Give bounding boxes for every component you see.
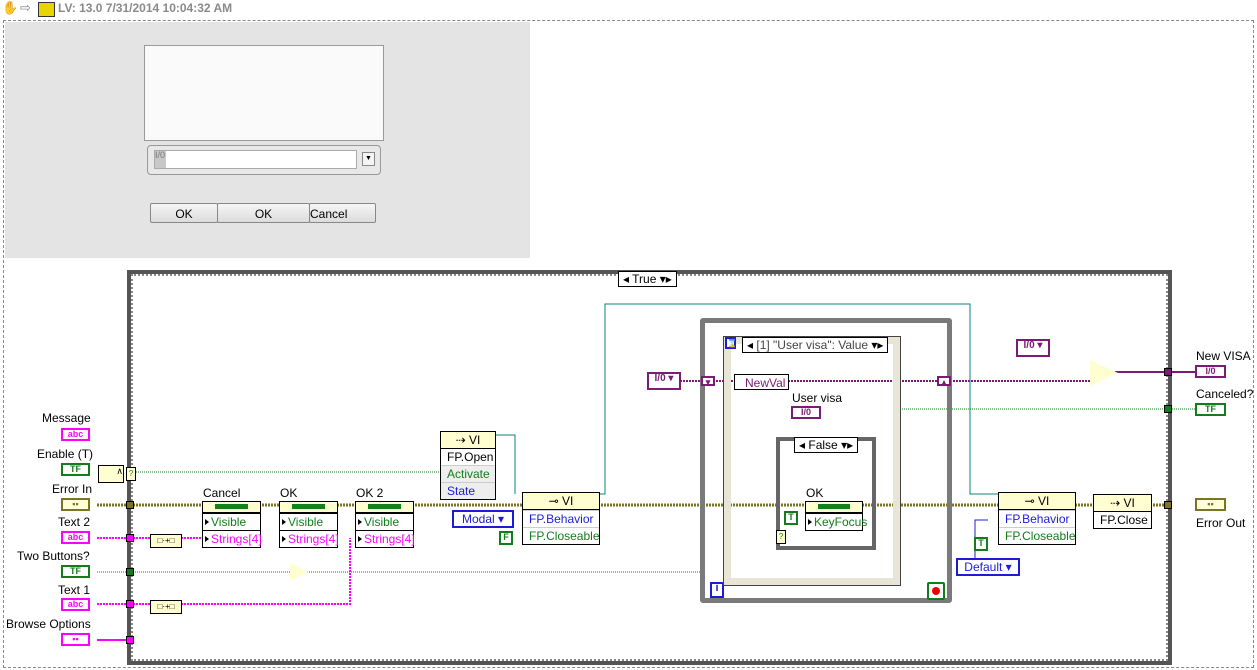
ok-property-node[interactable]: Visible Strings[4] bbox=[279, 501, 339, 548]
visa-out-tunnel bbox=[1164, 368, 1172, 376]
inner-case-value: False bbox=[808, 438, 838, 452]
event-selector[interactable]: ◂ [1] "User visa": Value ▾▸ bbox=[742, 337, 889, 353]
bool-tunnel bbox=[126, 568, 134, 576]
fp-behavior-node-2[interactable]: ⊸ VI FP.Behavior FP.Closeable bbox=[998, 492, 1076, 545]
fp-closeable-property[interactable]: FP.Closeable bbox=[523, 527, 600, 544]
visible-property[interactable]: Visible bbox=[280, 513, 337, 530]
string-tunnel bbox=[126, 534, 134, 542]
cluster-tunnel bbox=[126, 636, 134, 644]
error-in-label: Error In bbox=[52, 482, 93, 496]
visible-property[interactable]: Visible bbox=[203, 513, 260, 530]
text2-label: Text 2 bbox=[58, 515, 91, 529]
false-const[interactable]: F bbox=[499, 531, 513, 545]
canceled-label: Canceled? bbox=[1196, 387, 1254, 401]
fp-open-node[interactable]: ⇢ VI FP.Open Activate State bbox=[440, 431, 496, 500]
two-buttons-label: Two Buttons? bbox=[17, 549, 90, 563]
decrement-icon[interactable]: ◂ bbox=[799, 438, 805, 452]
visa-const[interactable]: I/0 ▾ bbox=[647, 372, 681, 390]
user-visa-label: User visa bbox=[792, 391, 843, 405]
visible-property[interactable]: Visible bbox=[356, 513, 413, 530]
inner-case-selector[interactable]: ◂ False ▾▸ bbox=[794, 437, 859, 453]
property-header: ⊸ VI bbox=[523, 493, 599, 510]
browse-options-label: Browse Options bbox=[6, 617, 91, 631]
shift-register-left[interactable]: ▾ bbox=[701, 376, 715, 387]
string-to-array-node[interactable]: □·+□ bbox=[150, 534, 182, 548]
string-tunnel bbox=[126, 600, 134, 608]
fp-close-node[interactable]: ⇢ VI FP.Close bbox=[1093, 494, 1152, 529]
true-const[interactable]: T bbox=[784, 511, 798, 525]
two-buttons-terminal[interactable]: TF bbox=[61, 565, 90, 578]
timeout-icon: ⌛ bbox=[725, 337, 737, 349]
event-selector-value: [1] "User visa": Value bbox=[756, 338, 869, 352]
fp-close-method: FP.Close bbox=[1100, 513, 1148, 527]
case-selector-terminal[interactable]: ? bbox=[126, 467, 136, 481]
not-node[interactable] bbox=[290, 563, 308, 581]
error-out-terminal[interactable]: ▪▪ bbox=[1195, 498, 1226, 511]
stop-terminal[interactable] bbox=[927, 582, 945, 600]
event-data-node[interactable]: NewVal bbox=[734, 374, 789, 390]
decrement-icon[interactable]: ◂ bbox=[747, 338, 753, 352]
fp-behavior-node-1[interactable]: ⊸ VI FP.Behavior FP.Closeable bbox=[522, 492, 600, 545]
new-visa-terminal[interactable]: I/0 bbox=[1195, 365, 1226, 378]
message-label: Message bbox=[42, 411, 91, 425]
ok2-node-label: OK 2 bbox=[356, 486, 384, 500]
strings-property[interactable]: Strings[4] bbox=[280, 530, 339, 547]
ok2-property-node[interactable]: Visible Strings[4] bbox=[355, 501, 415, 548]
chevron-down-icon[interactable]: ▾▸ bbox=[871, 338, 883, 352]
default-enum-const[interactable]: Default ▾ bbox=[956, 558, 1020, 576]
true-const-2[interactable]: T bbox=[974, 537, 988, 551]
property-header: ⊸ VI bbox=[999, 493, 1075, 510]
fp-behavior-property[interactable]: FP.Behavior bbox=[999, 510, 1075, 527]
text1-label: Text 1 bbox=[58, 583, 91, 597]
string-to-array-node[interactable]: □·+□ bbox=[150, 600, 182, 614]
inner-case-selector-terminal[interactable]: ? bbox=[776, 530, 786, 544]
ok-keyfocus-node[interactable]: KeyFocus bbox=[805, 501, 867, 531]
error-in-terminal[interactable]: ▪▪ bbox=[61, 498, 90, 511]
invoke-header: ⇢ VI bbox=[1094, 495, 1151, 512]
loop-iteration-terminal: i bbox=[710, 582, 724, 598]
bool-out-tunnel bbox=[1164, 405, 1172, 413]
shift-register-right[interactable]: ▴ bbox=[937, 376, 951, 387]
build-array-node[interactable]: ∧ bbox=[98, 465, 124, 483]
modal-enum-const[interactable]: Modal ▾ bbox=[452, 510, 514, 528]
select-node[interactable] bbox=[1090, 360, 1118, 386]
ok-node-label: OK bbox=[280, 486, 298, 500]
message-terminal[interactable]: abc bbox=[61, 428, 90, 441]
enable-terminal[interactable]: TF bbox=[61, 463, 90, 476]
error-out-label: Error Out bbox=[1196, 516, 1246, 530]
invoke-header: ⇢ VI bbox=[441, 432, 495, 449]
text1-terminal[interactable]: abc bbox=[61, 598, 90, 611]
fp-open-method: FP.Open bbox=[447, 450, 494, 464]
visa-const-2[interactable]: I/0 ▾ bbox=[1016, 339, 1050, 357]
wires bbox=[97, 303, 1195, 641]
user-visa-terminal[interactable]: I/0 bbox=[791, 406, 821, 419]
browse-options-terminal[interactable]: ▪▪ bbox=[61, 633, 90, 646]
strings-property[interactable]: Strings[4] bbox=[203, 530, 262, 547]
chevron-down-icon[interactable]: ▾▸ bbox=[841, 438, 853, 452]
error-out-tunnel bbox=[1164, 501, 1172, 509]
activate-param[interactable]: Activate bbox=[441, 465, 495, 482]
keyfocus-property[interactable]: KeyFocus bbox=[806, 513, 867, 530]
new-visa-label: New VISA bbox=[1196, 349, 1251, 363]
state-param[interactable]: State bbox=[441, 482, 495, 499]
fp-behavior-property[interactable]: FP.Behavior bbox=[523, 510, 599, 527]
error-tunnel bbox=[126, 501, 134, 509]
strings-property[interactable]: Strings[4] bbox=[356, 530, 415, 547]
cancel-node-label: Cancel bbox=[203, 486, 241, 500]
ok-keyfocus-label: OK bbox=[806, 486, 824, 500]
inner-case-structure[interactable] bbox=[776, 437, 876, 550]
enable-label: Enable (T) bbox=[37, 447, 94, 461]
text2-terminal[interactable]: abc bbox=[61, 531, 90, 544]
canceled-terminal[interactable]: TF bbox=[1195, 403, 1226, 416]
fp-closeable-property[interactable]: FP.Closeable bbox=[999, 527, 1076, 544]
cancel-property-node[interactable]: Visible Strings[4] bbox=[202, 501, 262, 548]
